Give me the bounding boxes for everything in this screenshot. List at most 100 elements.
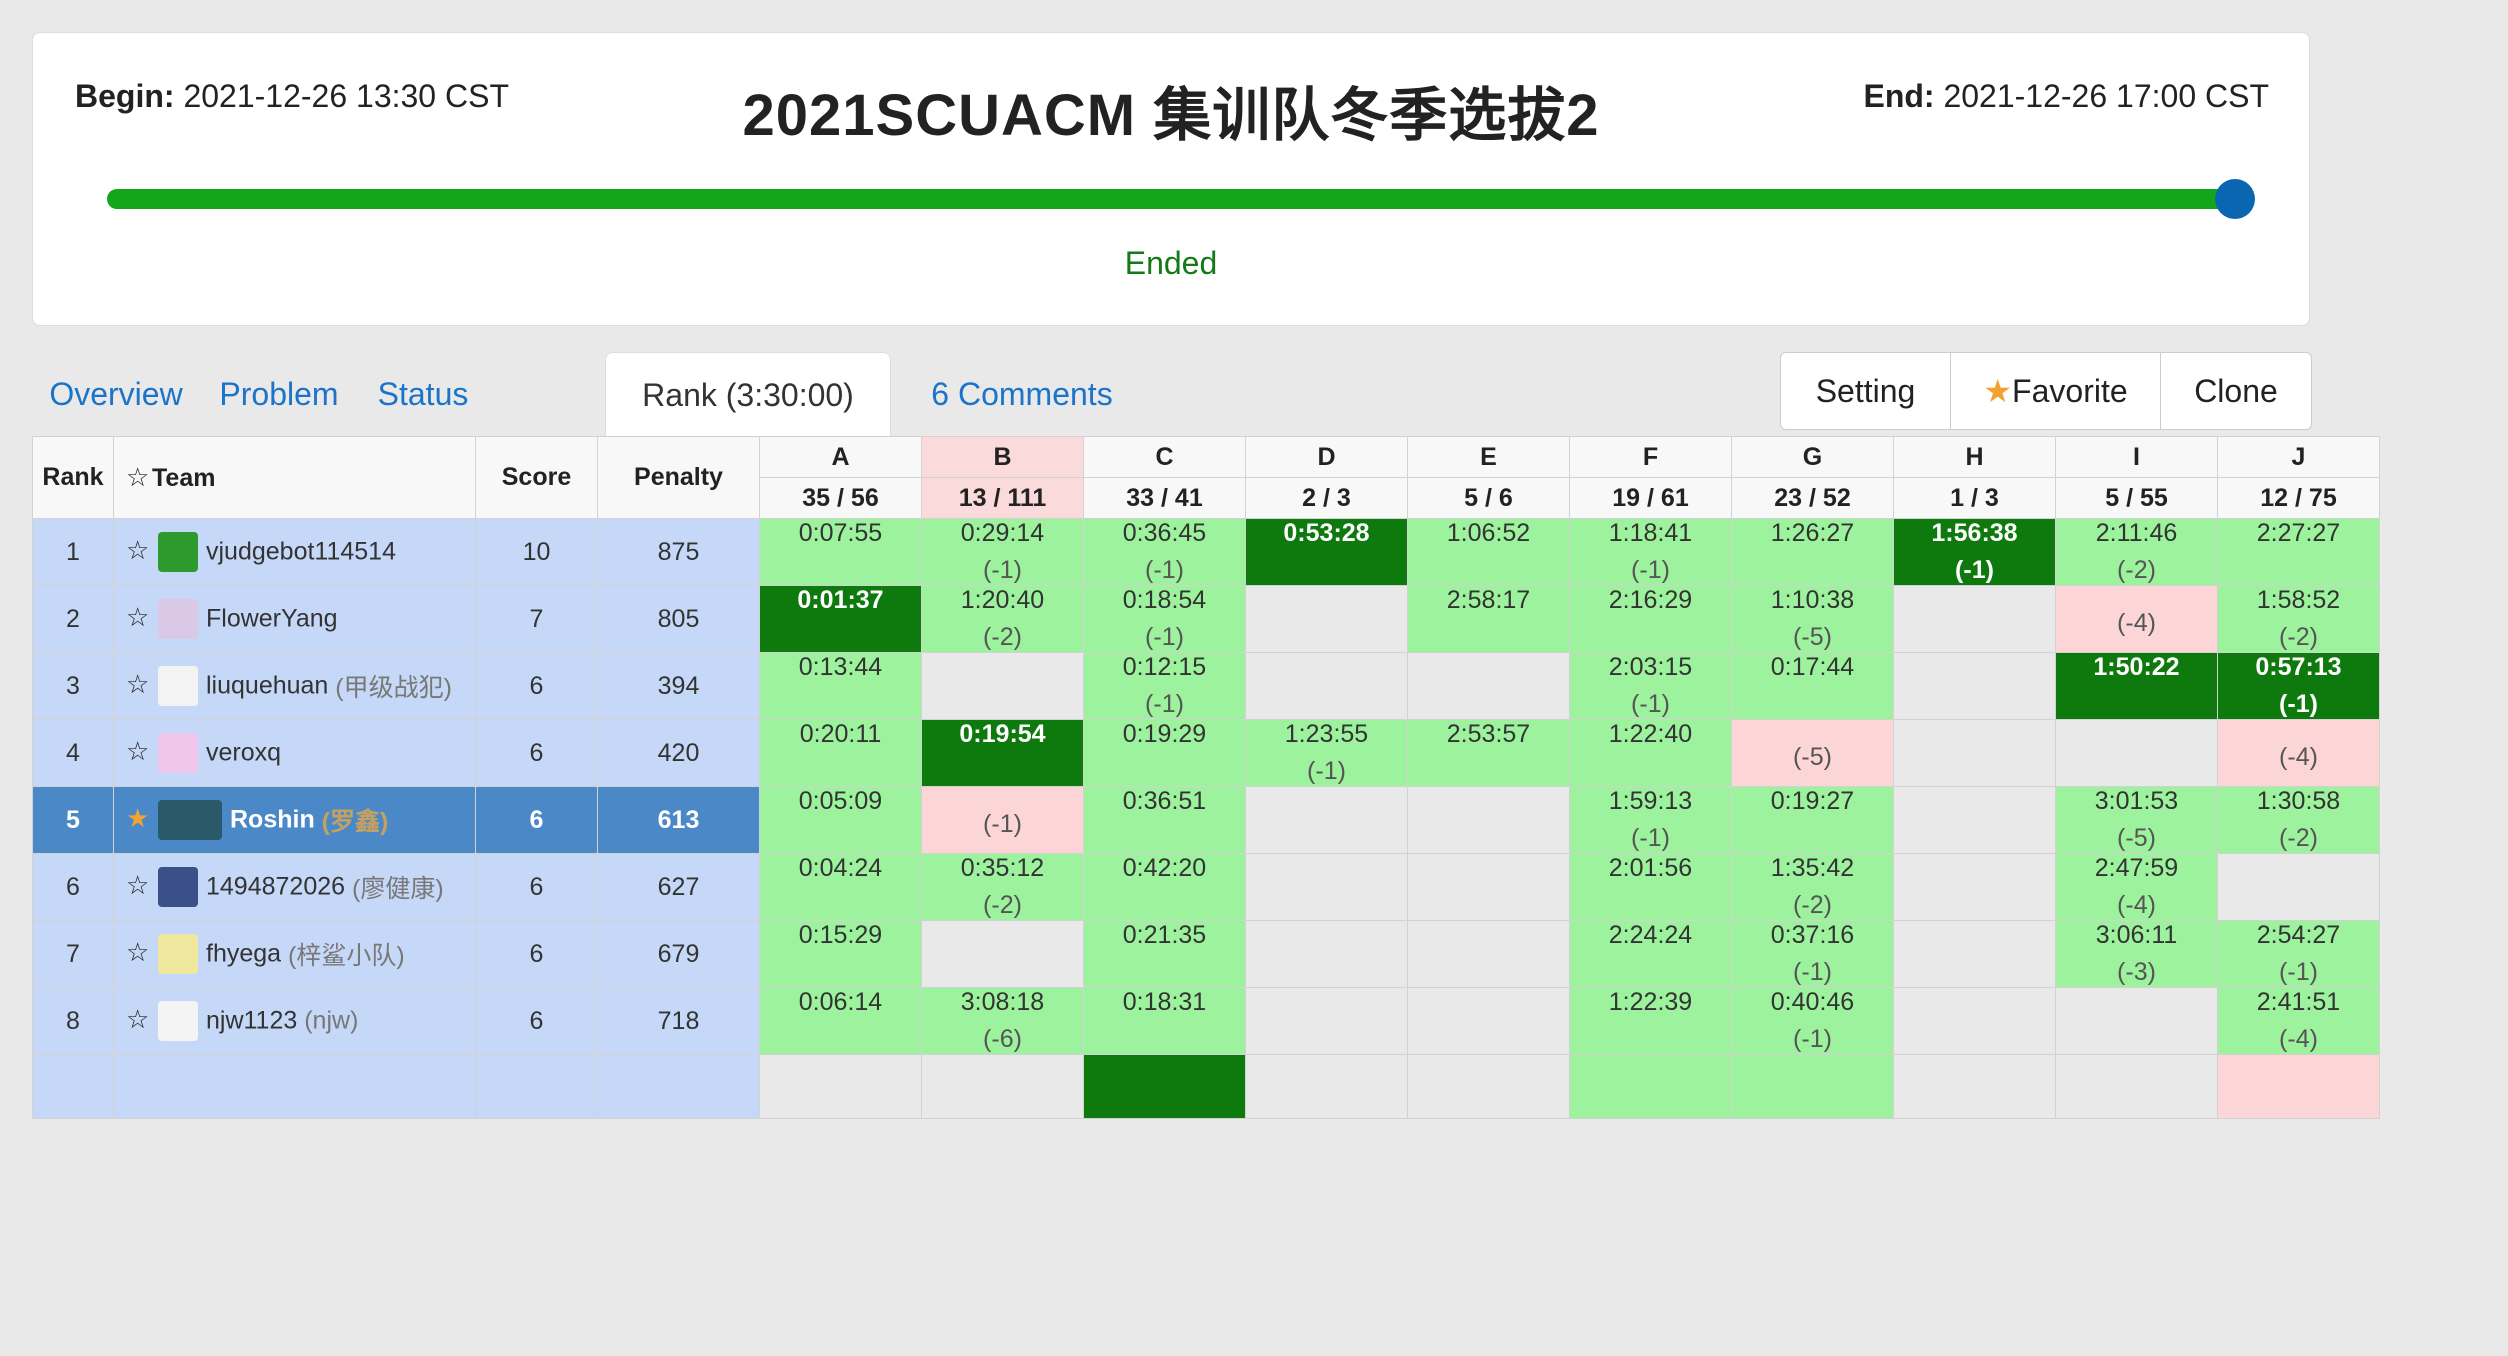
submission-cell[interactable]: 0:57:13 (-1)	[2217, 652, 2380, 720]
submission-cell[interactable]: 0:19:29	[1083, 719, 1246, 787]
submission-cell[interactable]: 0:29:14 (-1)	[921, 518, 1084, 586]
setting-button[interactable]: Setting	[1781, 353, 1951, 429]
submission-cell[interactable]: 2:47:59 (-4)	[2055, 853, 2218, 921]
team-name[interactable]: liuquehuan	[206, 672, 328, 700]
submission-cell[interactable]: 1:20:40 (-2)	[921, 585, 1084, 653]
team-cell[interactable]: ☆ liuquehuan (甲级战犯)	[113, 652, 476, 720]
problem-header-b[interactable]: B	[921, 436, 1084, 478]
submission-cell[interactable]: 2:58:17	[1407, 585, 1570, 653]
favorite-button[interactable]: ★Favorite	[1951, 353, 2161, 429]
problem-header-i[interactable]: I	[2055, 436, 2218, 478]
tab-rank[interactable]: Rank (3:30:00)	[605, 352, 891, 436]
submission-cell[interactable]: 0:15:29	[759, 920, 922, 988]
submission-cell[interactable]: 0:53:28	[1245, 518, 1408, 586]
submission-cell[interactable]	[2217, 1054, 2380, 1119]
team-name[interactable]: veroxq	[206, 739, 281, 767]
submission-cell[interactable]: 0:12:15 (-1)	[1083, 652, 1246, 720]
submission-cell[interactable]: 1:22:40	[1569, 719, 1732, 787]
problem-header-e[interactable]: E	[1407, 436, 1570, 478]
submission-cell[interactable]: 0:42:20	[1083, 853, 1246, 921]
problem-header-h[interactable]: H	[1893, 436, 2056, 478]
team-cell[interactable]: ★ Roshin (罗鑫)	[113, 786, 476, 854]
submission-cell[interactable]: (-4)	[2217, 719, 2380, 787]
team-name[interactable]: Roshin	[230, 806, 315, 834]
star-icon[interactable]: ☆	[126, 602, 152, 633]
submission-cell[interactable]	[1569, 1054, 1732, 1119]
team-cell[interactable]: ☆ 1494872026 (廖健康)	[113, 853, 476, 921]
team-name[interactable]: njw1123	[206, 1007, 297, 1035]
submission-cell[interactable]: 1:18:41 (-1)	[1569, 518, 1732, 586]
submission-cell[interactable]: 0:13:44	[759, 652, 922, 720]
submission-cell[interactable]: 1:59:13 (-1)	[1569, 786, 1732, 854]
submission-cell[interactable]: 3:06:11 (-3)	[2055, 920, 2218, 988]
submission-cell[interactable]: 0:36:45 (-1)	[1083, 518, 1246, 586]
score-header[interactable]: Score	[475, 436, 598, 519]
submission-cell[interactable]: 2:54:27 (-1)	[2217, 920, 2380, 988]
submission-cell[interactable]	[1731, 1054, 1894, 1119]
submission-cell[interactable]: 0:01:37	[759, 585, 922, 653]
submission-cell[interactable]: 1:06:52	[1407, 518, 1570, 586]
star-icon[interactable]: ☆	[126, 669, 152, 700]
submission-cell[interactable]: 2:03:15 (-1)	[1569, 652, 1732, 720]
rank-header[interactable]: Rank	[32, 436, 114, 519]
problem-header-d[interactable]: D	[1245, 436, 1408, 478]
problem-header-g[interactable]: G	[1731, 436, 1894, 478]
submission-cell[interactable]: 0:17:44	[1731, 652, 1894, 720]
submission-cell[interactable]: 1:50:22	[2055, 652, 2218, 720]
submission-cell[interactable]: 0:37:16 (-1)	[1731, 920, 1894, 988]
submission-cell[interactable]: (-1)	[921, 786, 1084, 854]
star-filled-icon[interactable]: ★	[126, 803, 152, 834]
team-cell[interactable]: ☆ fhyega (梓鲨小队)	[113, 920, 476, 988]
time-progress-handle[interactable]	[2215, 179, 2255, 219]
submission-cell[interactable]: 0:18:54 (-1)	[1083, 585, 1246, 653]
submission-cell[interactable]: 0:07:55	[759, 518, 922, 586]
tab-problem[interactable]: Problem	[200, 352, 358, 436]
submission-cell[interactable]	[1083, 1054, 1246, 1119]
submission-cell[interactable]: 0:06:14	[759, 987, 922, 1055]
submission-cell[interactable]: 0:20:11	[759, 719, 922, 787]
submission-cell[interactable]: (-4)	[2055, 585, 2218, 653]
team-cell[interactable]	[113, 1054, 476, 1119]
submission-cell[interactable]: 1:10:38 (-5)	[1731, 585, 1894, 653]
tab-comments[interactable]: 6 Comments	[912, 352, 1132, 436]
problem-header-j[interactable]: J	[2217, 436, 2380, 478]
submission-cell[interactable]: 2:16:29	[1569, 585, 1732, 653]
team-name[interactable]: 1494872026	[206, 873, 345, 901]
submission-cell[interactable]: 1:35:42 (-2)	[1731, 853, 1894, 921]
star-icon[interactable]: ☆	[126, 870, 152, 901]
team-cell[interactable]: ☆ veroxq	[113, 719, 476, 787]
submission-cell[interactable]: (-5)	[1731, 719, 1894, 787]
submission-cell[interactable]: 2:53:57	[1407, 719, 1570, 787]
submission-cell[interactable]: 1:23:55 (-1)	[1245, 719, 1408, 787]
team-name[interactable]: fhyega	[206, 940, 281, 968]
submission-cell[interactable]: 0:40:46 (-1)	[1731, 987, 1894, 1055]
problem-header-f[interactable]: F	[1569, 436, 1732, 478]
submission-cell[interactable]: 1:30:58 (-2)	[2217, 786, 2380, 854]
submission-cell[interactable]: 3:08:18 (-6)	[921, 987, 1084, 1055]
submission-cell[interactable]: 0:35:12 (-2)	[921, 853, 1084, 921]
problem-header-a[interactable]: A	[759, 436, 922, 478]
submission-cell[interactable]: 1:56:38 (-1)	[1893, 518, 2056, 586]
team-cell[interactable]: ☆ FlowerYang	[113, 585, 476, 653]
star-icon[interactable]: ☆	[126, 1004, 152, 1035]
submission-cell[interactable]: 1:22:39	[1569, 987, 1732, 1055]
submission-cell[interactable]: 0:21:35	[1083, 920, 1246, 988]
submission-cell[interactable]: 2:11:46 (-2)	[2055, 518, 2218, 586]
submission-cell[interactable]: 1:58:52 (-2)	[2217, 585, 2380, 653]
clone-button[interactable]: Clone	[2161, 353, 2311, 429]
team-cell[interactable]: ☆ vjudgebot114514	[113, 518, 476, 586]
star-icon[interactable]: ☆	[126, 736, 152, 767]
submission-cell[interactable]: 0:19:54	[921, 719, 1084, 787]
submission-cell[interactable]: 0:36:51	[1083, 786, 1246, 854]
submission-cell[interactable]: 1:26:27	[1731, 518, 1894, 586]
tab-status[interactable]: Status	[358, 352, 488, 436]
submission-cell[interactable]: 0:04:24	[759, 853, 922, 921]
team-name[interactable]: vjudgebot114514	[206, 538, 396, 566]
submission-cell[interactable]: 2:24:24	[1569, 920, 1732, 988]
problem-header-c[interactable]: C	[1083, 436, 1246, 478]
penalty-header[interactable]: Penalty	[597, 436, 760, 519]
submission-cell[interactable]: 0:19:27	[1731, 786, 1894, 854]
team-header[interactable]: ☆ Team	[113, 436, 476, 519]
submission-cell[interactable]: 0:05:09	[759, 786, 922, 854]
submission-cell[interactable]: 0:18:31	[1083, 987, 1246, 1055]
